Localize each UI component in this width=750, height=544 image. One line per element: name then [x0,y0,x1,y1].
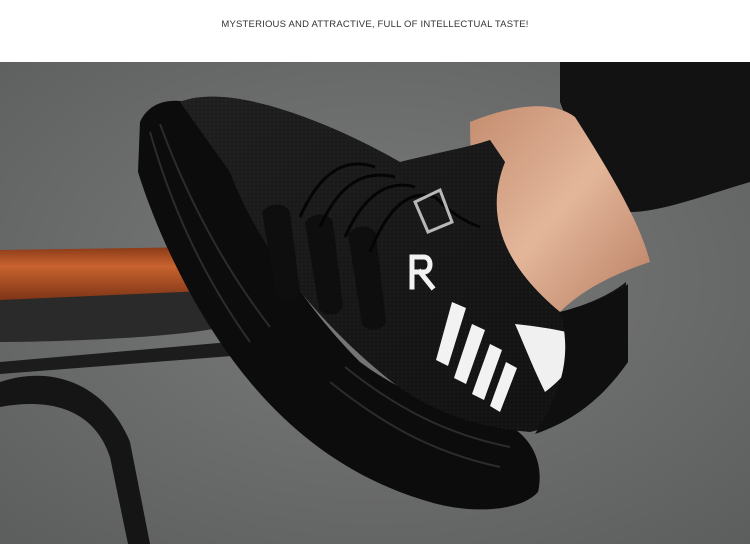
product-photo-svg [0,62,750,544]
banner: MYSTERIOUS AND ATTRACTIVE, FULL OF INTEL… [0,0,750,62]
banner-text: MYSTERIOUS AND ATTRACTIVE, FULL OF INTEL… [221,19,529,30]
product-photo [0,62,750,544]
